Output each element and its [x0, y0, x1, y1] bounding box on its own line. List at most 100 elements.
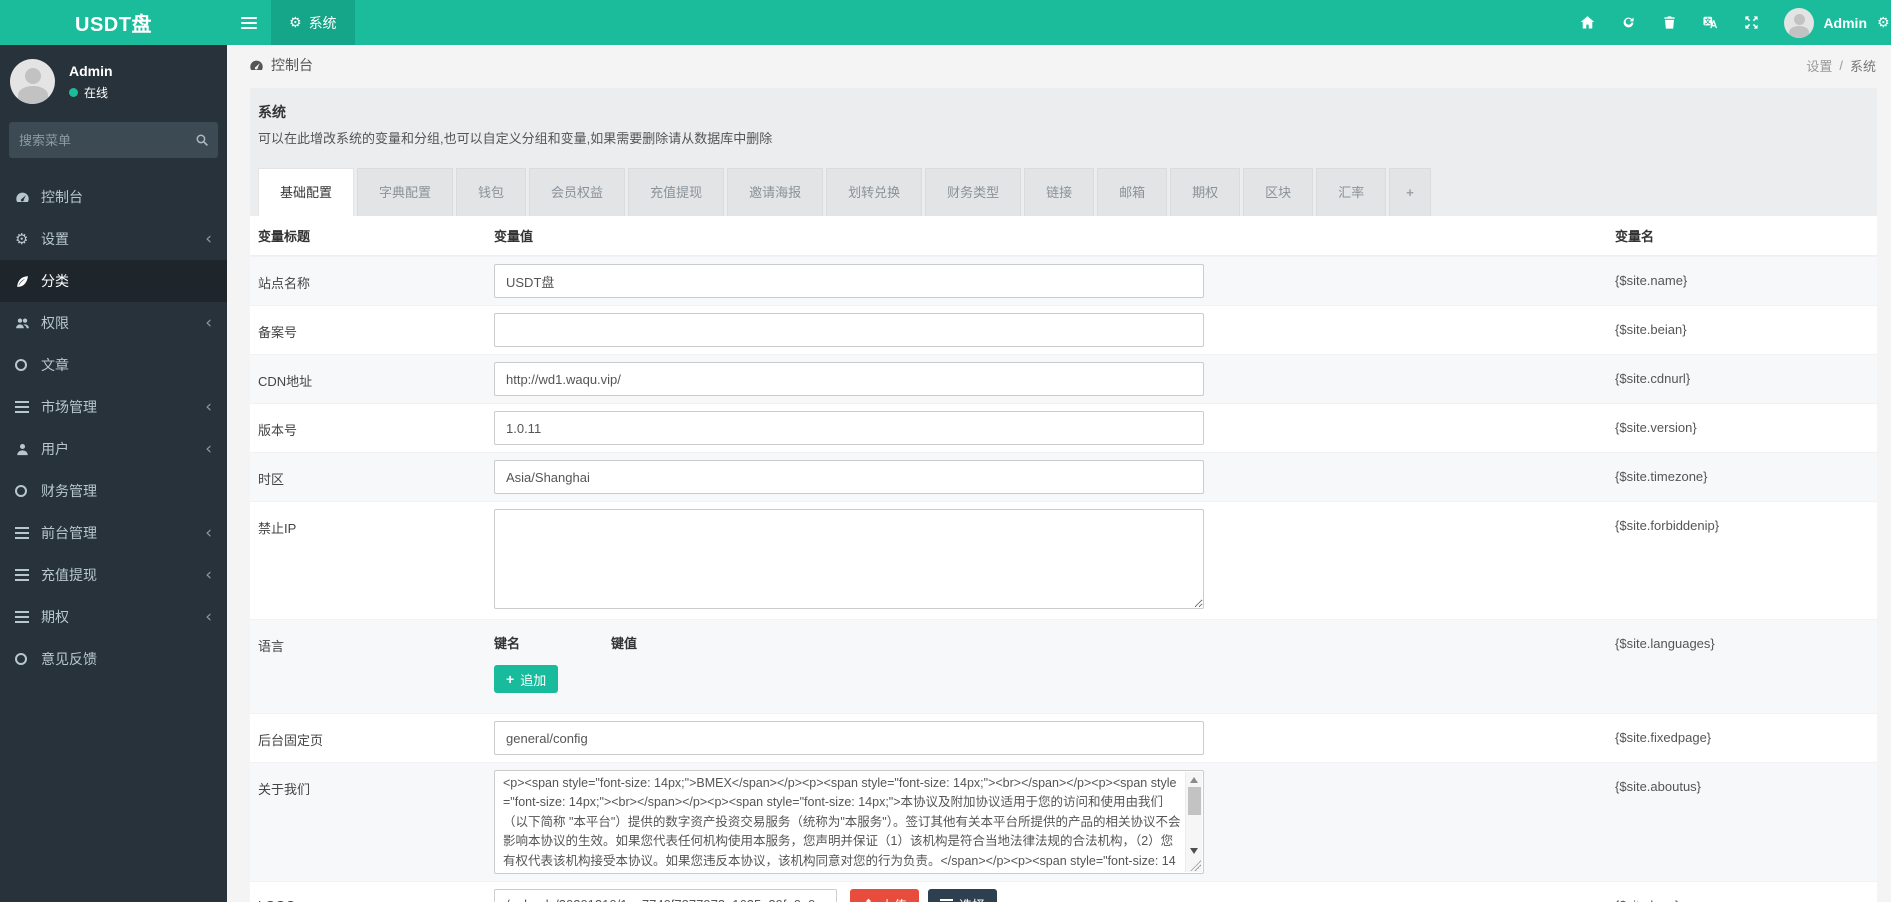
fullscreen-button[interactable] — [1731, 0, 1772, 45]
sidebar-user-panel: Admin 在线 — [0, 45, 227, 120]
tab-member-benefits[interactable]: 会员权益 — [529, 168, 625, 216]
sidebar-item-label: 期权 — [41, 607, 69, 627]
tab-exchange-rate[interactable]: 汇率 — [1316, 168, 1386, 216]
choose-label: 选择 — [959, 895, 985, 902]
variable-name: {$site.beian} — [1607, 313, 1877, 337]
beian-input[interactable] — [494, 313, 1204, 347]
tab-block[interactable]: 区块 — [1243, 168, 1313, 216]
field-label: 语言 — [250, 627, 494, 655]
upload-label: 上传 — [881, 895, 907, 902]
config-tabs: 基础配置 字典配置 钱包 会员权益 充值提现 邀请海报 划转兑换 财务类型 链接… — [258, 168, 1862, 216]
tab-transfer-exchange[interactable]: 划转兑换 — [826, 168, 922, 216]
field-label: 后台固定页 — [250, 721, 494, 749]
sidebar-item-user[interactable]: 用户 ‹ — [0, 428, 227, 470]
sidebar-item-article[interactable]: 文章 — [0, 344, 227, 386]
upload-button[interactable]: 上传 — [850, 889, 919, 902]
breadcrumb-dashboard-label: 控制台 — [271, 55, 313, 75]
resize-handle[interactable] — [1190, 860, 1201, 871]
hamburger-icon — [241, 14, 257, 32]
breadcrumb-dashboard[interactable]: 控制台 — [249, 55, 313, 75]
field-label: 站点名称 — [250, 264, 494, 292]
sidebar: Admin 在线 控制台 ⚙ — [0, 45, 227, 902]
table-row: 时区 {$site.timezone} — [250, 452, 1877, 501]
tab-recharge-withdraw[interactable]: 充值提现 — [628, 168, 724, 216]
tab-invite-poster[interactable]: 邀请海报 — [727, 168, 823, 216]
variable-name: {$site.timezone} — [1607, 460, 1877, 484]
svg-text:文: 文 — [1705, 17, 1712, 26]
table-row: 后台固定页 {$site.fixedpage} — [250, 713, 1877, 762]
sidebar-item-feedback[interactable]: 意见反馈 — [0, 638, 227, 680]
append-language-button[interactable]: + 追加 — [494, 665, 558, 693]
breadcrumb-parent[interactable]: 设置 — [1806, 56, 1832, 75]
logo-path-input[interactable] — [494, 889, 837, 902]
scrollbar-thumb[interactable] — [1188, 787, 1201, 815]
sidebar-item-frontend[interactable]: 前台管理 ‹ — [0, 512, 227, 554]
user-menu[interactable]: Admin — [1772, 8, 1877, 38]
refresh-button[interactable] — [1608, 0, 1649, 45]
scroll-up-icon[interactable] — [1190, 777, 1198, 783]
tab-finance-type[interactable]: 财务类型 — [925, 168, 1021, 216]
table-row: 备案号 {$site.beian} — [250, 305, 1877, 354]
header-tab-system[interactable]: ⚙ 系统 — [271, 0, 355, 45]
app-logo[interactable]: USDT盘 — [0, 0, 227, 45]
forbidden-ip-textarea[interactable] — [494, 509, 1204, 609]
breadcrumb: 控制台 设置 / 系统 — [227, 45, 1891, 85]
field-label: LOGO — [250, 889, 494, 902]
circle-icon — [15, 653, 41, 665]
fixed-page-input[interactable] — [494, 721, 1204, 755]
sidebar-item-label: 意见反馈 — [41, 649, 97, 669]
home-button[interactable] — [1567, 0, 1608, 45]
field-label: 版本号 — [250, 411, 494, 439]
clear-cache-button[interactable] — [1649, 0, 1690, 45]
tab-add-group-button[interactable]: + — [1389, 168, 1431, 216]
tab-basic-config[interactable]: 基础配置 — [258, 168, 354, 216]
sidebar-toggle-button[interactable] — [227, 0, 271, 45]
language-button[interactable]: 文 — [1690, 0, 1731, 45]
sidebar-item-label: 前台管理 — [41, 523, 97, 543]
header-tab-label: 系统 — [309, 13, 337, 33]
version-input[interactable] — [494, 411, 1204, 445]
editor-scrollbar[interactable] — [1185, 772, 1202, 872]
gear-icon: ⚙ — [289, 16, 302, 30]
field-label: 禁止IP — [250, 509, 494, 537]
tab-options[interactable]: 期权 — [1170, 168, 1240, 216]
sidebar-item-market[interactable]: 市场管理 ‹ — [0, 386, 227, 428]
choose-button[interactable]: 选择 — [928, 889, 997, 902]
sidebar-item-category[interactable]: 分类 — [0, 260, 227, 302]
site-name-input[interactable] — [494, 264, 1204, 298]
cdn-url-input[interactable] — [494, 362, 1204, 396]
tab-wallet[interactable]: 钱包 — [456, 168, 526, 216]
tachometer-icon — [249, 58, 264, 73]
tab-email[interactable]: 邮箱 — [1097, 168, 1167, 216]
top-header: USDT盘 ⚙ 系统 — [0, 0, 1891, 45]
sidebar-item-settings[interactable]: ⚙ 设置 ‹ — [0, 218, 227, 260]
sidebar-item-permission[interactable]: 权限 ‹ — [0, 302, 227, 344]
tachometer-icon — [15, 190, 41, 205]
tab-dict-config[interactable]: 字典配置 — [357, 168, 453, 216]
translate-icon: 文 — [1703, 15, 1718, 30]
sidebar-item-label: 权限 — [41, 313, 69, 333]
sidebar-item-recharge[interactable]: 充值提现 ‹ — [0, 554, 227, 596]
menu-search-input[interactable] — [19, 133, 195, 148]
tab-links[interactable]: 链接 — [1024, 168, 1094, 216]
scroll-down-icon[interactable] — [1190, 848, 1198, 854]
field-label: 时区 — [250, 460, 494, 488]
header-actions: 文 Admin ⚙ — [1567, 0, 1891, 45]
home-icon — [1580, 15, 1595, 30]
field-label: 关于我们 — [250, 770, 494, 798]
users-icon — [15, 316, 41, 331]
breadcrumb-current: 系统 — [1850, 56, 1876, 75]
variable-name: {$site.languages} — [1607, 627, 1877, 651]
settings-gear-button[interactable]: ⚙ — [1877, 0, 1891, 45]
variable-name: {$site.name} — [1607, 264, 1877, 288]
timezone-input[interactable] — [494, 460, 1204, 494]
aboutus-html-source: <p><span style="font-size: 14px;">BMEX</… — [503, 774, 1181, 870]
sidebar-item-dashboard[interactable]: 控制台 — [0, 176, 227, 218]
sidebar-item-finance[interactable]: 财务管理 — [0, 470, 227, 512]
sidebar-search — [9, 122, 218, 158]
aboutus-editor[interactable]: <p><span style="font-size: 14px;">BMEX</… — [494, 770, 1204, 874]
table-row: CDN地址 {$site.cdnurl} — [250, 354, 1877, 403]
column-header-value: 变量值 — [494, 226, 1607, 245]
field-label: 备案号 — [250, 313, 494, 341]
sidebar-item-options[interactable]: 期权 ‹ — [0, 596, 227, 638]
